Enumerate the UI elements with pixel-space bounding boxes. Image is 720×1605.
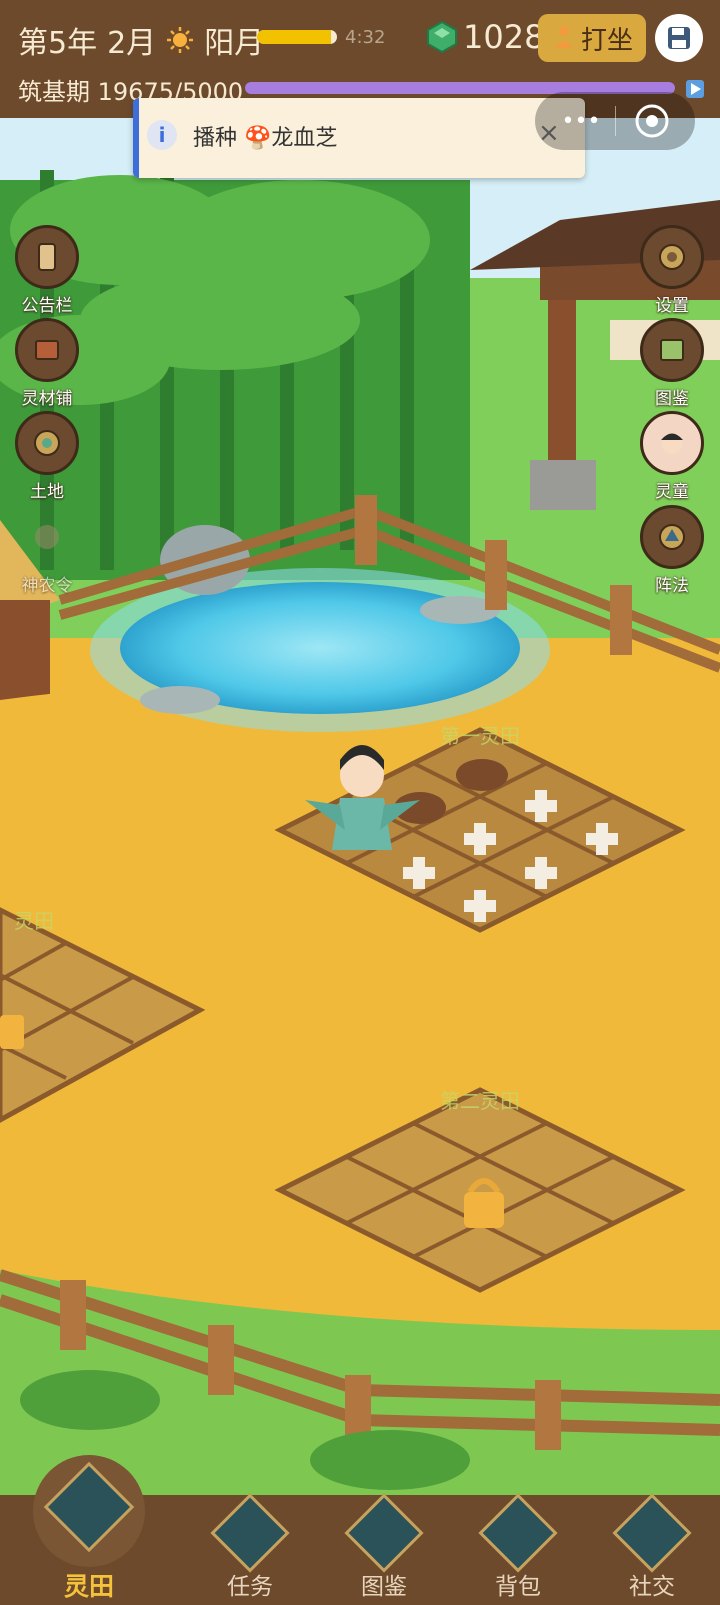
farm-scene [0,118,720,1495]
spirit-child-button[interactable]: 灵童 [638,411,706,502]
notice-board-button[interactable]: 公告栏 [13,225,81,316]
bottom-nav: 灵田 任务 图鉴 背包 社交 [0,1455,720,1605]
codex-button[interactable]: 图鉴 [638,318,706,409]
gear-icon [640,225,704,289]
notice-board-label: 公告栏 [21,296,73,316]
encyclopedia-icon [344,1493,424,1573]
realm-text: 筑基期 [18,78,90,106]
toast-message: 播种 🍄龙血芝 [193,126,338,151]
weather-text: 阳月 [204,26,265,61]
settings-button[interactable]: 设置 [638,225,706,316]
material-shop-label: 灵材铺 [21,389,73,409]
book-icon [640,318,704,382]
spirit-stone-count: 1028 [463,18,545,56]
formation-icon [640,505,704,569]
miniprogram-capsule: ••• [535,92,695,150]
social-icon [612,1493,692,1573]
task-scroll-icon [210,1493,290,1573]
meditate-icon [554,26,573,48]
land-label: 土地 [30,482,64,502]
settings-label: 设置 [655,296,689,316]
land-icon [15,411,79,475]
notification-toast: i 播种 🍄龙血芝 × [133,98,585,178]
more-menu-icon[interactable]: ••• [558,109,604,134]
nav-tasks[interactable]: 任务 [195,1493,305,1605]
spirit-child-label: 灵童 [655,482,689,502]
day-time-progress [257,30,337,44]
meditate-label: 打坐 [580,25,633,56]
meditate-button[interactable]: 打坐 [538,14,646,62]
year-text: 第5年 [18,26,98,61]
scroll-icon [15,225,79,289]
shennong-token-button[interactable]: 神农令 [13,505,81,596]
save-icon [668,27,690,49]
nav-tasks-label: 任务 [227,1574,273,1600]
land-button[interactable]: 土地 [13,411,81,502]
nav-social[interactable]: 社交 [597,1493,707,1605]
exit-target-icon[interactable] [634,103,670,139]
save-button[interactable] [655,14,703,62]
material-shop-button[interactable]: 灵材铺 [13,318,81,409]
nav-bag[interactable]: 背包 [463,1493,573,1605]
field-3-label: 第二灵田 [440,1089,520,1113]
calendar: 第5年 2月 阳月 [18,18,264,62]
nav-spirit-field[interactable]: 灵田 [34,1461,144,1605]
nav-encyclopedia-label: 图鉴 [361,1574,407,1600]
shop-icon [15,318,79,382]
spirit-stone-counter: 1028 [425,18,544,56]
field-2-label: 灵田 [14,909,54,933]
expand-arrow-icon[interactable] [686,80,704,98]
sun-icon [167,27,194,53]
time-text: 4:32 [345,27,386,48]
token-icon [15,505,79,569]
field-1-label: 第一灵田 [440,724,520,748]
nav-bag-label: 背包 [495,1574,541,1600]
spirit-stone-icon [427,20,457,54]
month-text: 2月 [107,26,157,61]
nav-social-label: 社交 [629,1574,675,1600]
nav-encyclopedia[interactable]: 图鉴 [329,1493,439,1605]
info-icon: i [147,120,177,150]
bag-icon [478,1493,558,1573]
codex-label: 图鉴 [655,389,689,409]
spirit-child-icon [640,411,704,475]
shennong-token-label: 神农令 [21,576,73,596]
formation-button[interactable]: 阵法 [638,505,706,596]
formation-label: 阵法 [655,576,689,596]
nav-spirit-field-label: 灵田 [63,1572,114,1601]
